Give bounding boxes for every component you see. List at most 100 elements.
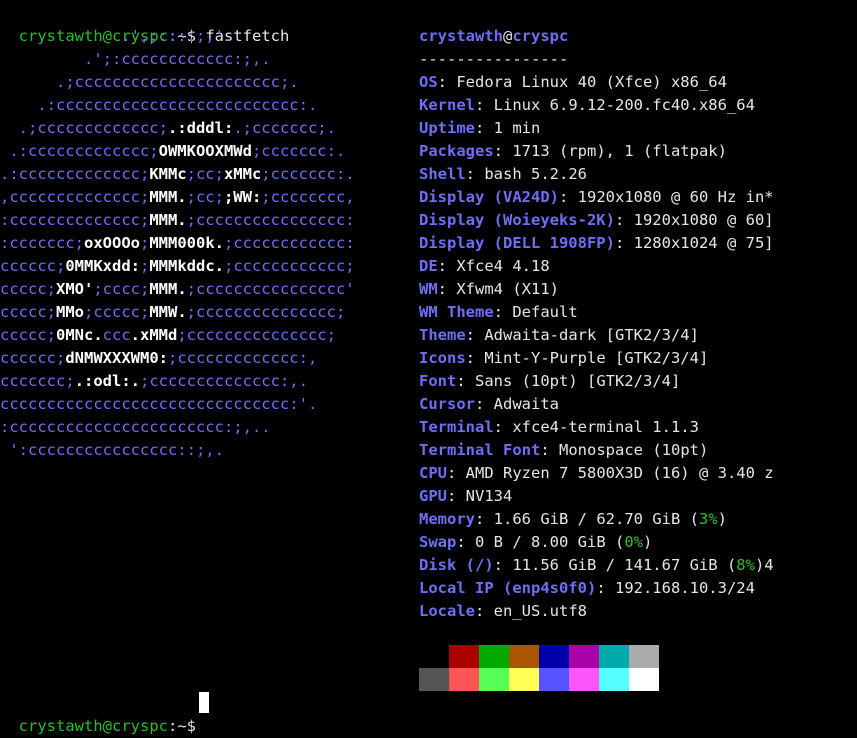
terminal-cursor [199, 692, 209, 713]
ascii-logo-highlight: MMM. [149, 188, 187, 206]
ascii-logo-segment: :cccccccccccccc; [0, 211, 150, 229]
info-colon: : [456, 372, 475, 390]
info-row: Icons: Mint-Y-Purple [GTK2/3/4] [419, 347, 774, 370]
info-colon: : [475, 510, 494, 528]
info-key: Local IP (enp4s0f0) [419, 579, 597, 597]
info-colon: : [493, 303, 513, 321]
info-value: en_US.utf8 [493, 602, 587, 620]
ascii-logo-highlight: 0MNc. [56, 326, 103, 344]
ascii-logo-highlight: MMo [56, 303, 84, 321]
info-colon: : [614, 234, 634, 252]
ascii-logo-line: .';:cccccccccccc:;,. [0, 48, 355, 71]
info-key: Font [419, 372, 457, 390]
ascii-logo-segment: cccccc; [0, 349, 66, 367]
ascii-logo-segment: ;ccccccccccccc:, [167, 349, 318, 367]
info-row: Shell: bash 5.2.26 [419, 163, 774, 186]
palette-normal-swatch [479, 645, 509, 668]
ascii-logo-segment: ;cccc; [93, 280, 150, 298]
info-key: Shell [419, 165, 466, 183]
info-key: Display (Woieyeks-2K) [419, 211, 615, 229]
info-value: Xfwm4 (X11) [456, 280, 559, 298]
bottom-prompt-line[interactable]: crystawth@cryspc:~$ [0, 692, 205, 735]
info-value-tail: ) [642, 533, 653, 551]
info-key: WM Theme [419, 303, 494, 321]
ascii-logo-segment: ;cccccccc, [261, 188, 355, 206]
ascii-logo-line: ccccccccccccccccccccccccccccccc:'. [0, 393, 355, 416]
info-value: 1713 (rpm), 1 (flatpak) [512, 142, 727, 160]
ascii-logo-line: .',;::::;,'. [0, 25, 355, 48]
info-row: Theme: Adwaita-dark [GTK2/3/4] [419, 324, 774, 347]
palette-normal-swatch [539, 645, 569, 668]
info-key: GPU [419, 487, 447, 505]
ascii-logo-line: .:cccccccccccccccccccccccccc:. [0, 94, 355, 117]
palette-bright-swatch [569, 668, 599, 691]
ascii-logo-highlight: 0MMKxdd: [65, 257, 140, 275]
palette-bright-swatch [539, 668, 569, 691]
info-value: 1 min [493, 119, 541, 137]
ascii-logo-segment: ;ccccccccccccccc; [177, 326, 336, 344]
info-colon: : [614, 211, 634, 229]
ascii-logo-segment: ccccc; [0, 303, 56, 321]
info-key: Locale [419, 602, 475, 620]
palette-bright-swatch [509, 668, 539, 691]
ascii-logo-segment: ;cccccccccccccc:,. [139, 372, 308, 390]
palette-bright-swatch [449, 668, 479, 691]
info-value: Monospace (10pt) [559, 441, 709, 459]
info-colon: : [475, 96, 494, 114]
palette-normal-swatch [509, 645, 539, 668]
info-key: Cursor [419, 395, 475, 413]
info-value: Adwaita [493, 395, 559, 413]
ascii-logo-segment: ; [140, 234, 150, 252]
info-key: Kernel [419, 96, 475, 114]
info-key: DE [419, 257, 438, 275]
info-rows: OS: Fedora Linux 40 (Xfce) x86_64 Kernel:… [419, 71, 774, 623]
ascii-logo-highlight: xMMc [223, 165, 262, 183]
info-value: Adwaita-dark [GTK2/3/4] [484, 326, 699, 344]
ascii-logo-segment: ;cccccccccccc: [224, 234, 355, 252]
info-row: Display (VA24D): 1920x1080 @ 60 Hz in* [419, 186, 774, 209]
info-colon: : [540, 441, 559, 459]
info-row: DE: Xfce4 4.18 [419, 255, 774, 278]
info-colon: : [493, 418, 513, 436]
ascii-logo-segment: :ccccccc; [0, 234, 84, 252]
info-row: WM: Xfwm4 (X11) [419, 278, 774, 301]
info-colon: : [447, 464, 466, 482]
ascii-logo-segment: :ccccccccccccccccccccccc:;,.. [0, 418, 271, 436]
ascii-logo-segment: .;ccccccccccccc; [0, 119, 168, 137]
info-value: xfce4-terminal 1.1.3 [512, 418, 699, 436]
info-row: WM Theme: Default [419, 301, 774, 324]
ascii-logo-highlight: MMM000k. [149, 234, 224, 252]
ascii-logo-highlight: .xMMd [130, 326, 178, 344]
ascii-logo-segment: ccccc; [0, 280, 56, 298]
ascii-logo-line: ':cccccccccccccccc::;,. [0, 439, 355, 462]
info-at: @ [503, 27, 513, 45]
info-colon: : [558, 188, 578, 206]
info-key: Packages [419, 142, 494, 160]
info-colon: : [437, 73, 457, 91]
info-separator: ---------------- [419, 50, 569, 68]
palette-bright-swatch [599, 668, 629, 691]
info-colon: : [475, 602, 494, 620]
ascii-logo-highlight: MMM. [149, 211, 187, 229]
ascii-logo-segment: .:ccccccccccccc; [0, 165, 150, 183]
info-key: Disk (/) [419, 556, 494, 574]
info-key: Display (VA24D) [419, 188, 559, 206]
info-user: crystawth [419, 27, 503, 45]
info-value: 1.66 GiB / 62.70 GiB ( [493, 510, 699, 528]
ascii-logo-highlight: MMMkddc. [149, 257, 224, 275]
ascii-logo-segment: .:cccccccccccccccccccccccccc:. [0, 96, 318, 114]
info-value: 0 B / 8.00 GiB ( [475, 533, 625, 551]
info-colon: : [493, 556, 513, 574]
info-host: cryspc [512, 27, 569, 45]
info-row: Memory: 1.66 GiB / 62.70 GiB (3%) [419, 508, 774, 531]
ascii-logo-line: ccccc;XMO';cccc;MMM.;cccccccccccccccc' [0, 278, 355, 301]
info-value: Mint-Y-Purple [GTK2/3/4] [484, 349, 709, 367]
info-colon: : [465, 349, 485, 367]
info-value: 1920x1080 @ 60] [633, 211, 774, 229]
ascii-logo-segment: .';:cccccccccccc:;,. [0, 50, 271, 68]
ascii-logo-highlight: KMMc [149, 165, 187, 183]
info-colon: : [437, 257, 457, 275]
info-row: Packages: 1713 (rpm), 1 (flatpak) [419, 140, 774, 163]
info-key: Theme [419, 326, 466, 344]
info-title: crystawth@cryspc [419, 25, 774, 48]
